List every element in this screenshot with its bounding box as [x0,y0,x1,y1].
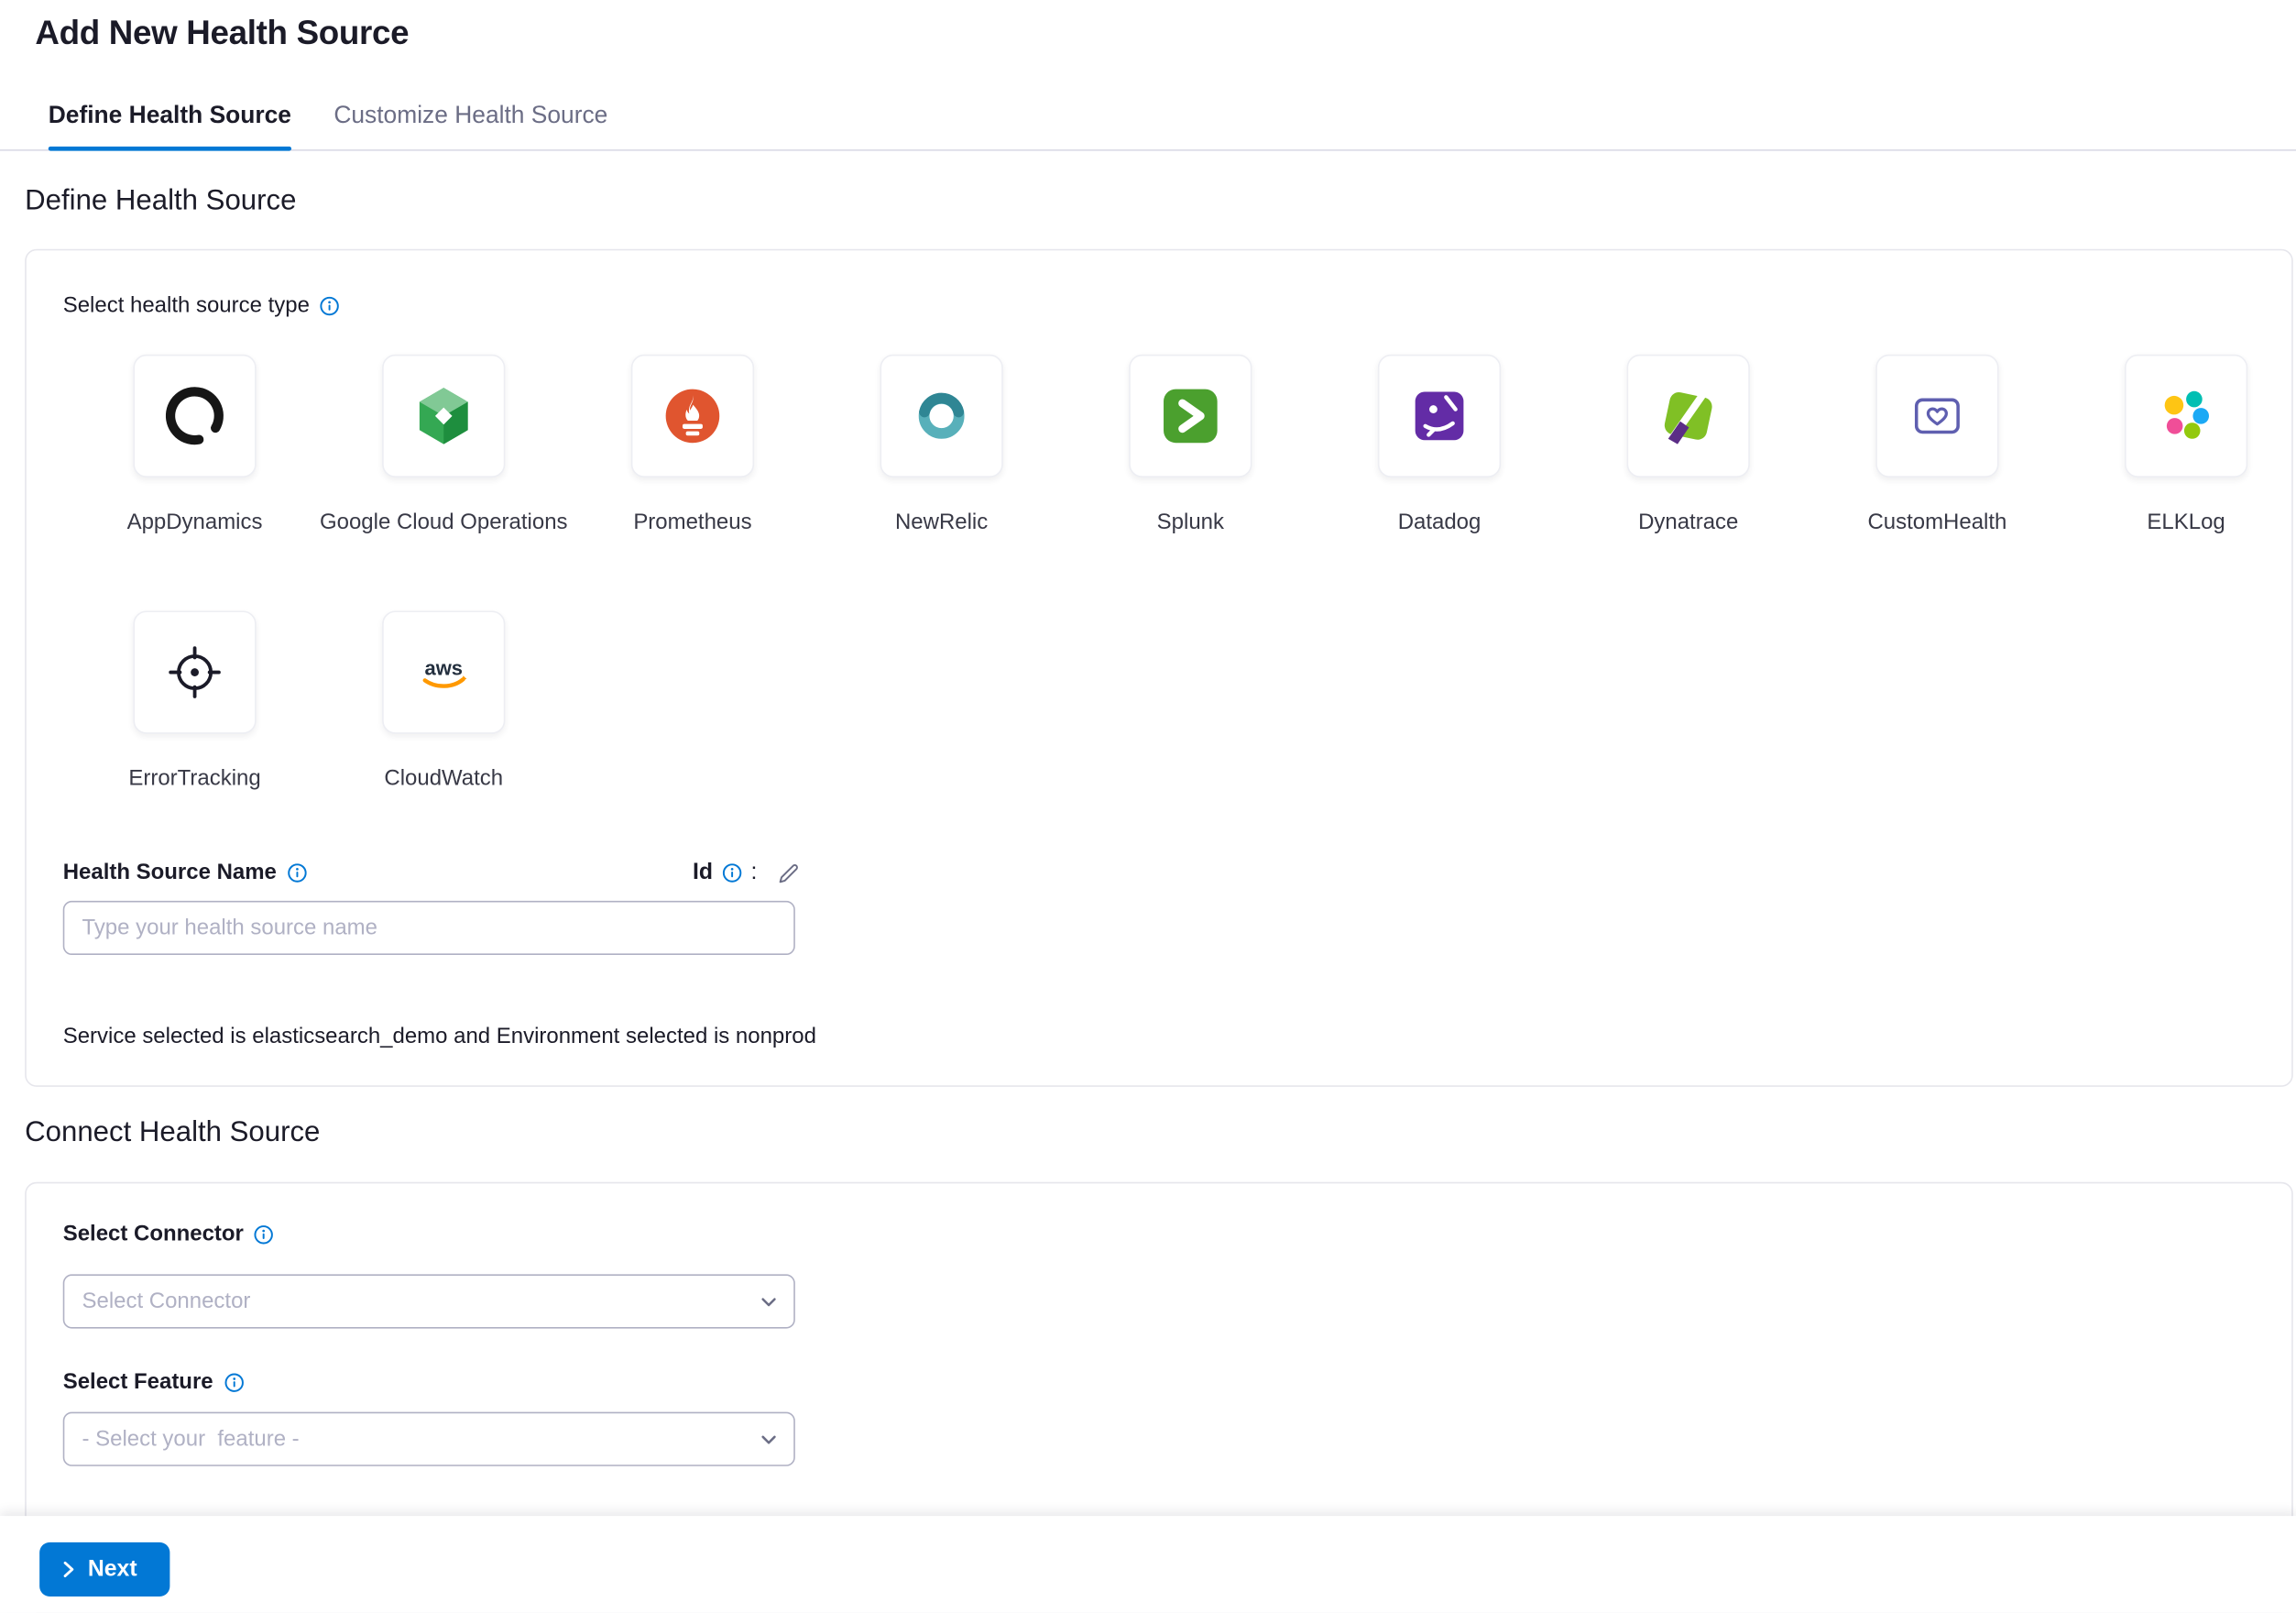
select-feature-label-row: Select Feature [63,1369,244,1394]
splunk-icon [1158,384,1222,448]
info-icon[interactable] [254,1223,274,1244]
select-source-type-label: Select health source type [63,293,310,318]
source-card-appdynamics[interactable] [133,355,256,477]
connector-select-input[interactable] [63,1274,795,1328]
next-button[interactable]: Next [39,1542,169,1597]
source-label: Datadog [1398,510,1481,534]
source-item: NewRelic [817,355,1066,535]
next-button-label: Next [88,1556,137,1583]
info-icon[interactable] [722,862,742,883]
chevron-right-icon [59,1560,78,1579]
source-item: CustomHealth [1813,355,2062,535]
health-source-type-grid: AppDynamics Google Cloud Operations Prom… [71,355,2296,867]
source-label: Prometheus [633,510,751,534]
appdynamics-icon [162,384,226,448]
elklog-icon [2154,384,2218,448]
edit-pencil-icon[interactable] [778,862,800,884]
source-label: CustomHealth [1867,510,2006,534]
svg-text:aws: aws [424,657,463,680]
customhealth-icon [1905,384,1969,448]
page-title: Add New Health Source [35,13,409,52]
tab-define-health-source[interactable]: Define Health Source [49,83,291,149]
source-label: ErrorTracking [128,766,260,791]
service-environment-text: Service selected is elasticsearch_demo a… [63,1024,816,1048]
select-connector-label: Select Connector [63,1222,244,1246]
source-item: ErrorTracking [71,610,320,791]
source-card-errortracking[interactable] [133,610,256,733]
health-source-name-label: Health Source Name [63,860,277,884]
errortracking-icon [162,640,226,704]
info-icon[interactable] [224,1372,244,1392]
source-label: ELKLog [2147,510,2225,534]
connect-section-heading: Connect Health Source [25,1116,320,1150]
source-item: ELKLog [2061,355,2296,535]
google-cloud-operations-icon [411,384,476,448]
connector-select[interactable] [63,1274,795,1328]
source-card-google-cloud-operations[interactable] [382,355,505,477]
source-label: NewRelic [895,510,988,534]
source-label: CloudWatch [384,766,503,791]
info-icon[interactable] [287,862,307,883]
select-connector-label-row: Select Connector [63,1222,275,1246]
health-source-name-input[interactable] [63,901,795,955]
footer-bar: Next [0,1516,2296,1612]
source-card-splunk[interactable] [1129,355,1252,477]
source-label: AppDynamics [127,510,263,534]
feature-select-input[interactable] [63,1412,795,1466]
source-card-customhealth[interactable] [1875,355,1998,477]
feature-select[interactable] [63,1412,795,1466]
source-label: Splunk [1157,510,1224,534]
id-colon: : [751,860,758,886]
source-item: Splunk [1066,355,1315,535]
health-source-name-label-row: Health Source Name [63,860,308,884]
info-icon[interactable] [320,295,340,315]
prometheus-icon [661,384,725,448]
select-feature-label: Select Feature [63,1369,213,1394]
source-card-prometheus[interactable] [631,355,754,477]
source-item: Prometheus [568,355,817,535]
source-card-cloudwatch[interactable]: aws [382,610,505,733]
source-item: Datadog [1315,355,1564,535]
tab-customize-health-source[interactable]: Customize Health Source [333,83,607,149]
source-label: Google Cloud Operations [320,510,568,534]
source-item: aws CloudWatch [319,610,568,791]
source-card-dynatrace[interactable] [1627,355,1750,477]
source-label: Dynatrace [1638,510,1738,534]
newrelic-icon [909,384,973,448]
datadog-icon [1407,384,1471,448]
id-group: Id : [693,860,800,886]
id-label: Id [693,860,713,886]
source-item: Dynatrace [1564,355,1813,535]
source-item: Google Cloud Operations [319,355,568,535]
source-item: AppDynamics [71,355,320,535]
cloudwatch-aws-icon: aws [411,640,476,704]
source-card-newrelic[interactable] [880,355,1003,477]
define-section-heading: Define Health Source [25,184,296,218]
source-card-datadog[interactable] [1378,355,1501,477]
source-card-elklog[interactable] [2125,355,2247,477]
tab-bar: Define Health Source Customize Health So… [0,83,2296,151]
dynatrace-icon [1656,384,1721,448]
define-health-source-panel: Select health source type AppDynamics [25,249,2293,1087]
add-health-source-page: Add New Health Source Define Health Sour… [0,0,2296,1613]
select-source-type-label-row: Select health source type [63,293,341,318]
